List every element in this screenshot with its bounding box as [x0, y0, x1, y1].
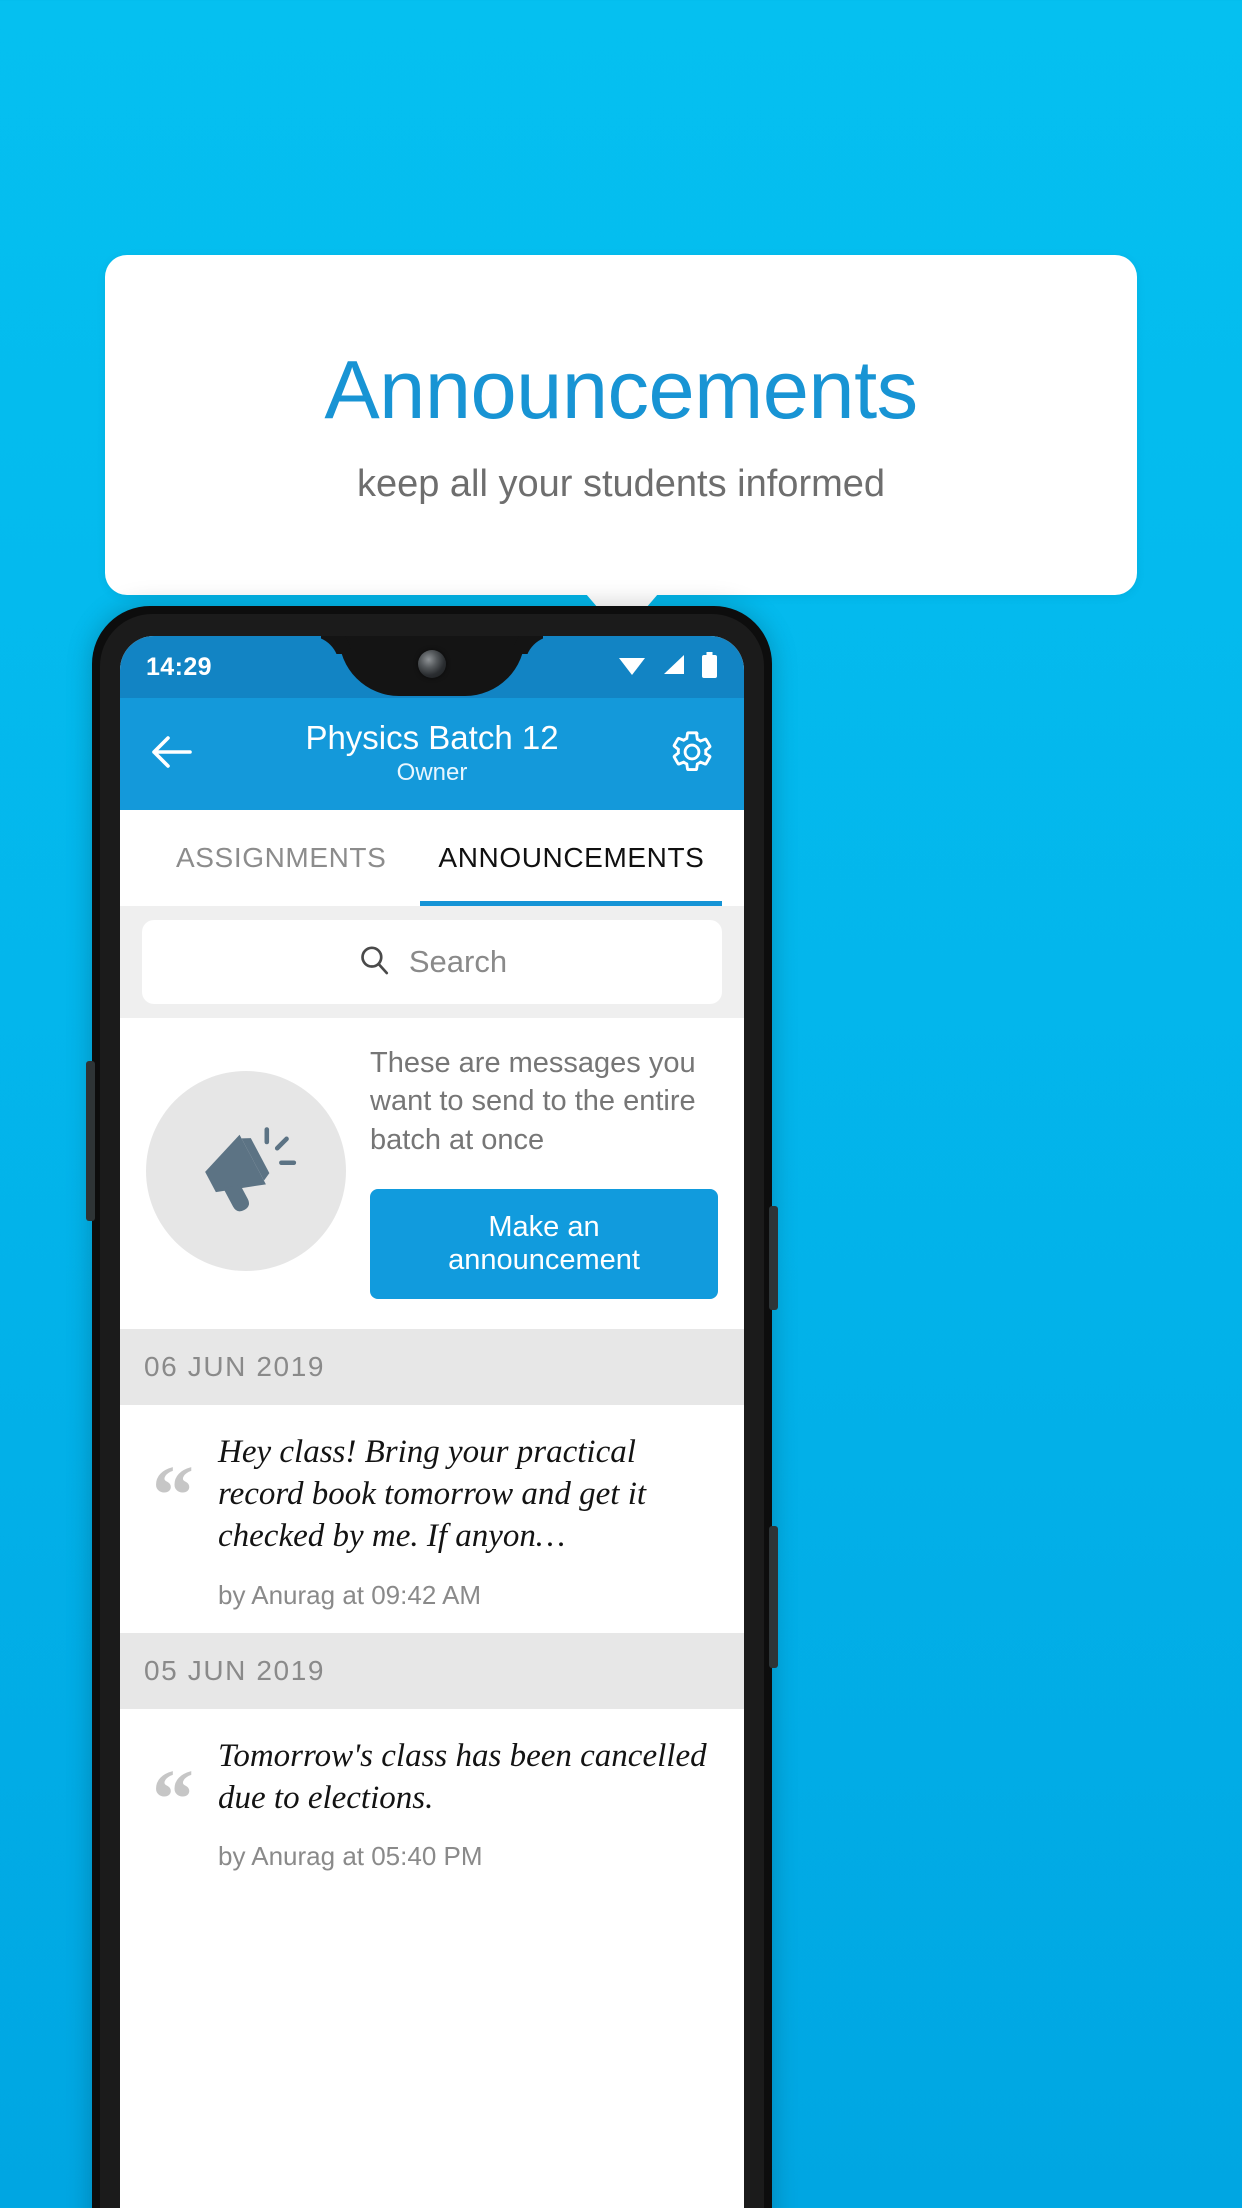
- announcement-row[interactable]: “ Tomorrow's class has been cancelled du…: [120, 1708, 744, 1894]
- date-header: 06 JUN 2019: [120, 1328, 744, 1405]
- gear-icon: [669, 729, 715, 780]
- announcement-meta: by Anurag at 09:42 AM: [218, 1579, 482, 1610]
- app-bar: Physics Batch 12 Owner: [120, 698, 744, 810]
- promo-callout-card: Announcements keep all your students inf…: [105, 255, 1137, 595]
- signal-icon: [661, 653, 687, 682]
- quote-icon: “: [152, 1448, 194, 1542]
- back-button[interactable]: [146, 728, 198, 780]
- status-icons: [617, 651, 718, 683]
- announcement-row[interactable]: “ Hey class! Bring your practical record…: [120, 1404, 744, 1633]
- tab-announcements[interactable]: ANNOUNCEMENTS: [412, 810, 730, 906]
- announcement-body: Hey class! Bring your practical record b…: [218, 1427, 720, 1611]
- announcement-text: Tomorrow's class has been cancelled due …: [218, 1737, 707, 1816]
- search-icon: [357, 943, 391, 982]
- status-bar: 14:29: [120, 636, 744, 698]
- make-announcement-button[interactable]: Make an announcement: [370, 1188, 718, 1299]
- announcement-meta: by Anurag at 05:40 PM: [218, 1840, 483, 1871]
- announcement-intro-description: These are messages you want to send to t…: [370, 1047, 696, 1156]
- promo-title: Announcements: [324, 342, 918, 436]
- date-header: 05 JUN 2019: [120, 1632, 744, 1709]
- tab-bar: ASSIGNMENTS ANNOUNCEMENTS TESTS V: [120, 810, 744, 906]
- page-subtitle: Owner: [396, 758, 468, 786]
- front-camera: [418, 650, 446, 678]
- promo-subtitle: keep all your students informed: [356, 462, 886, 505]
- tab-tests[interactable]: TESTS: [730, 810, 744, 906]
- megaphone-icon-circle: [146, 1071, 346, 1272]
- megaphone-icon: [194, 1117, 298, 1226]
- search-input[interactable]: Search: [142, 920, 722, 1004]
- phone-screen: 14:29 Physics Batch 12 Owner ASSIGNMENTS…: [120, 636, 744, 2208]
- tab-assignments[interactable]: ASSIGNMENTS: [150, 810, 412, 906]
- announcement-text: Hey class! Bring your practical record b…: [218, 1433, 647, 1555]
- volume-button[interactable]: [769, 1206, 778, 1310]
- left-side-button[interactable]: [86, 1061, 95, 1221]
- phone-device-frame: 14:29 Physics Batch 12 Owner ASSIGNMENTS…: [86, 606, 778, 2208]
- settings-button[interactable]: [666, 728, 718, 780]
- power-button[interactable]: [769, 1526, 778, 1668]
- announcement-intro-right: These are messages you want to send to t…: [370, 1044, 718, 1299]
- search-placeholder: Search: [408, 944, 508, 979]
- search-container: Search: [120, 906, 744, 1018]
- quote-icon: “: [152, 1752, 194, 1846]
- status-time: 14:29: [146, 652, 212, 681]
- app-bar-titles: Physics Batch 12 Owner: [120, 718, 744, 788]
- battery-icon: [701, 651, 718, 683]
- arrow-left-icon: [150, 732, 194, 777]
- announcement-intro-block: These are messages you want to send to t…: [120, 1018, 744, 1329]
- page-title: Physics Batch 12: [305, 718, 559, 756]
- announcement-body: Tomorrow's class has been cancelled due …: [218, 1731, 720, 1872]
- wifi-icon: [617, 653, 647, 682]
